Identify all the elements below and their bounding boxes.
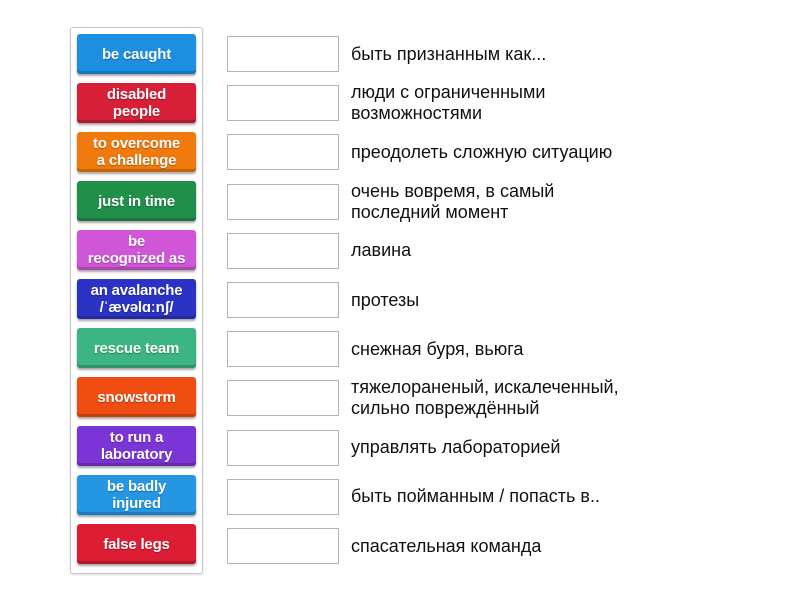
definition-label: спасательная команда: [351, 535, 542, 556]
drop-slot[interactable]: [227, 478, 339, 515]
drop-slot[interactable]: [227, 429, 339, 466]
drop-slot[interactable]: [227, 134, 339, 171]
definition-text: люди с ограниченными возможностями: [351, 81, 711, 125]
tiles-panel: be caught disabled people to overcome a ch…: [70, 27, 203, 574]
definition-label: очень вовремя, в самый последний момент: [351, 180, 555, 222]
definition-text: тяжелораненый, искалеченный, сильно повр…: [351, 376, 711, 420]
draggable-tile[interactable]: false legs: [77, 524, 196, 564]
draggable-tile[interactable]: an avalanche /ˈævəlɑːnʃ/: [77, 279, 196, 319]
definition-text: протезы: [351, 278, 711, 322]
draggable-tile[interactable]: disabled people: [77, 83, 196, 123]
definition-label: протезы: [351, 289, 420, 310]
drop-slot[interactable]: [227, 380, 339, 417]
definition-label: преодолеть сложную ситуацию: [351, 141, 613, 162]
tile-label: be badly injured: [106, 478, 167, 512]
definition-label: люди с ограниченными возможностями: [351, 82, 546, 124]
definition-text: очень вовремя, в самый последний момент: [351, 180, 711, 224]
definition-text: управлять лабораторией: [351, 426, 711, 470]
drop-slot[interactable]: [227, 232, 339, 269]
draggable-tile[interactable]: to overcome a challenge: [77, 132, 196, 172]
definition-text: спасательная команда: [351, 524, 711, 568]
tile-label: snowstorm: [97, 388, 176, 406]
drop-slot[interactable]: [227, 85, 339, 122]
tile-label: disabled people: [106, 86, 167, 120]
tile-label: false legs: [103, 535, 170, 553]
tile-label: be caught: [101, 45, 172, 63]
drop-slot[interactable]: [227, 183, 339, 220]
definition-label: тяжелораненый, искалеченный, сильно повр…: [351, 377, 619, 419]
definition-text: быть признанным как...: [351, 32, 711, 76]
drop-slot[interactable]: [227, 528, 339, 564]
definition-text: снежная буря, вьюга: [351, 327, 711, 371]
tile-label: just in time: [98, 192, 175, 210]
draggable-tile[interactable]: be badly injured: [77, 475, 196, 515]
draggable-tile[interactable]: be caught: [77, 34, 196, 74]
draggable-tile[interactable]: snowstorm: [77, 377, 196, 417]
tile-label: to overcome a challenge: [93, 135, 180, 169]
definition-label: быть признанным как...: [351, 43, 547, 64]
tile-label: be recognized as: [87, 233, 186, 267]
draggable-tile[interactable]: be recognized as: [77, 230, 196, 270]
definition-text: быть пойманным / попасть в..: [351, 475, 711, 519]
definition-label: снежная буря, вьюга: [351, 338, 524, 359]
tile-label: rescue team: [93, 339, 180, 357]
definition-text: лавина: [351, 229, 711, 273]
draggable-tile[interactable]: just in time: [77, 181, 196, 221]
tile-label: to run a laboratory: [100, 429, 173, 463]
drop-slot[interactable]: [227, 282, 339, 318]
definition-text: преодолеть сложную ситуацию: [351, 130, 711, 174]
draggable-tile[interactable]: rescue team: [77, 328, 196, 368]
drop-slot[interactable]: [227, 36, 339, 72]
draggable-tile[interactable]: to run a laboratory: [77, 426, 196, 466]
definition-label: быть пойманным / попасть в..: [351, 486, 600, 507]
tile-label: an avalanche /ˈævəlɑːnʃ/: [90, 282, 183, 316]
drop-slot[interactable]: [227, 331, 339, 368]
definition-label: лавина: [351, 240, 412, 261]
definition-label: управлять лабораторией: [351, 437, 561, 458]
